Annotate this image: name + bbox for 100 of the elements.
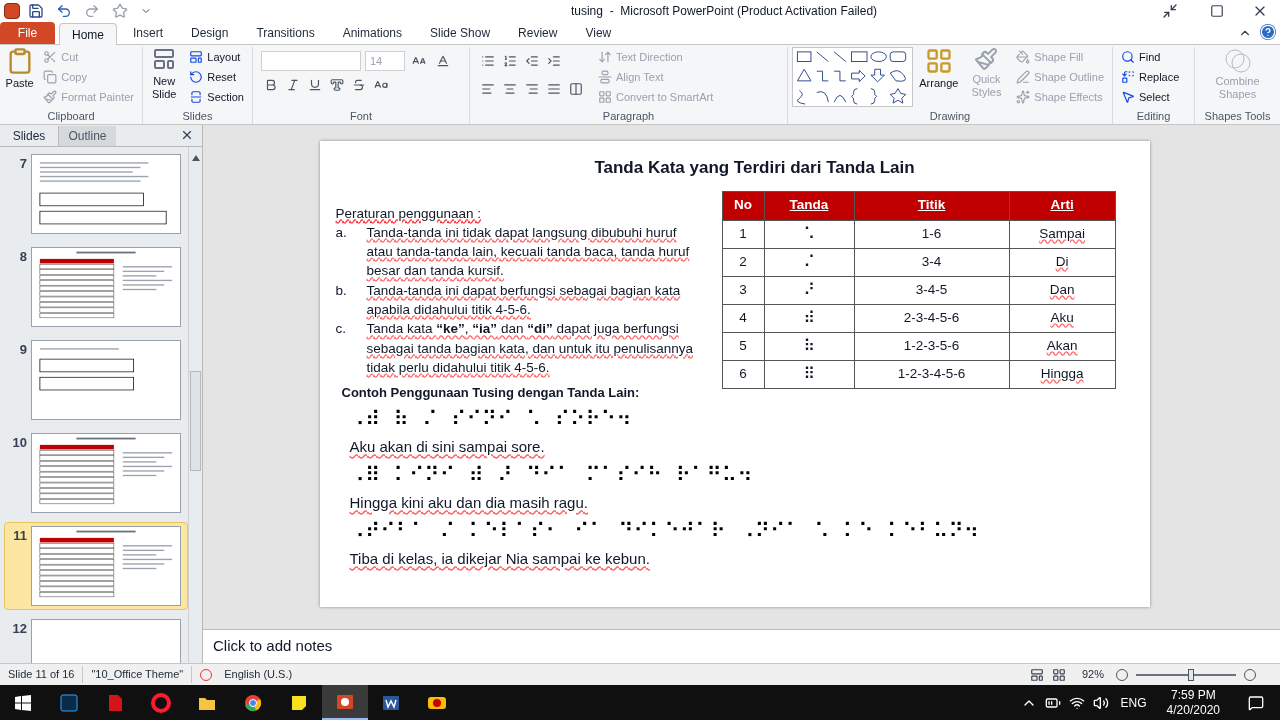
bullets-icon: [481, 54, 495, 68]
ribbon-tab[interactable]: Home: [59, 23, 117, 45]
ribbon-tab[interactable]: Insert: [121, 22, 176, 44]
sorter-view-icon[interactable]: [1051, 667, 1066, 682]
rule-text: Tanda kata “ke”, “ia” dan “di” dapat juga berfungsi sebagai tanda bagian kata, dan untuk itu penulisannya tidak perlu didahului titik 4-5-6.: [366, 320, 694, 377]
paste-button[interactable]: Paste: [4, 47, 36, 107]
ribbon-button[interactable]: Find: [1117, 47, 1190, 67]
slide-number: 9: [18, 341, 27, 359]
paintbrush-icon: [43, 90, 58, 104]
table-cell: 2-3-4-5-6: [854, 304, 1010, 332]
table-cell: 1: [722, 220, 764, 248]
volume-icon[interactable]: [1092, 694, 1109, 711]
clock[interactable]: 7:59 PM 4/20/2020: [1166, 687, 1220, 718]
braille-cell: ⠿: [764, 360, 854, 388]
notifications-icon[interactable]: [1248, 694, 1264, 711]
help-icon[interactable]: [1260, 24, 1276, 40]
group-label: Shapes Tools: [1203, 109, 1272, 124]
undo-icon[interactable]: [56, 3, 72, 19]
braille-cell: ⠌: [764, 248, 854, 276]
slide-thumbnail-row[interactable]: 10: [4, 429, 188, 517]
theme-name: "10_Office Theme": [83, 666, 193, 683]
clock-date: 4/20/2020: [1166, 702, 1220, 718]
font-name-field[interactable]: [261, 51, 361, 71]
ribbon-button[interactable]: Reset: [185, 67, 248, 87]
file-tab[interactable]: File: [0, 22, 55, 44]
scissors-icon: [43, 50, 58, 64]
slide-number: 7: [18, 155, 27, 173]
maximize-button[interactable]: [1210, 4, 1224, 18]
zoom-level: 92%: [1080, 667, 1105, 683]
minimize-button[interactable]: [1162, 3, 1178, 19]
table-cell: 2: [722, 248, 764, 276]
group-label: Slides: [181, 109, 214, 124]
underline-icon: [308, 78, 322, 92]
table-cell: 1-2-3-4-5-6: [854, 360, 1010, 388]
zoom-thumb[interactable]: [1187, 668, 1194, 681]
shapes-gallery[interactable]: [792, 47, 913, 107]
slide-thumbnail-row[interactable]: 9: [4, 336, 188, 424]
table-header-cell: Titik: [854, 191, 1010, 220]
ribbon-button[interactable]: Section: [185, 87, 248, 107]
list-marker: b.: [335, 281, 348, 300]
clock-time: 7:59 PM: [1170, 687, 1216, 703]
numbering-icon: [503, 54, 517, 68]
slide-thumbnail-row[interactable]: 12: [4, 615, 188, 663]
arrange-icon: [924, 47, 953, 75]
rule-text: Tanda-tanda ini tidak dapat langsung dibubuhi huruf atau tanda-tanda lain, kecuali tanda baca, tanda huruf besar dan tanda kursif.: [366, 223, 691, 281]
ribbon-tab[interactable]: Animations: [330, 22, 414, 44]
table-cell: Aku: [1009, 304, 1115, 332]
columns-icon: [569, 82, 583, 96]
braille-cell: ⠜: [764, 276, 854, 304]
group-label: Paragraph: [601, 109, 656, 124]
ribbon-button[interactable]: Replace: [1117, 67, 1190, 87]
reset-icon: [189, 70, 204, 84]
slide-thumbnail-row[interactable]: 11: [4, 522, 188, 610]
notes-field[interactable]: Click to add notes: [203, 629, 1280, 663]
table-cell: 3: [722, 276, 764, 304]
braille-cell: ⠾: [764, 304, 854, 332]
normal-view-icon[interactable]: [1029, 667, 1044, 682]
ribbon-button[interactable]: Select: [1117, 87, 1190, 107]
section-icon: [189, 90, 204, 104]
rule-text: Tanda-tanda ini dapat berfungsi sebagai bagian kata apabila didahului titik 4-5-6.: [366, 281, 682, 319]
align-text-icon: [598, 70, 612, 84]
star-icon[interactable]: [112, 3, 128, 19]
input-language[interactable]: ENG: [1120, 693, 1147, 712]
align-right-icon: [525, 82, 539, 96]
table-cell: Di: [1009, 248, 1115, 276]
braille-text: ⠠⠾ ⠷ ⠌ ⠎⠊⠝⠊ ⠡ ⠎⠕⠗⠑⠲: [349, 406, 633, 433]
new-slide-button[interactable]: New Slide: [147, 47, 182, 107]
justify-icon: [547, 82, 561, 96]
list-marker: a.: [335, 223, 348, 242]
taskbar-app-button[interactable]: [322, 685, 368, 720]
ribbon-tab[interactable]: Design: [179, 22, 241, 44]
ribbon-tab[interactable]: Review: [506, 22, 570, 44]
app-icon: [59, 692, 79, 713]
braille-text: ⠠⠞⠊⠃⠁ ⠌ ⠅⠑⠇⠁⠎⠂ ⠊⠁ ⠙⠊⠅⠑⠚⠁⠗ ⠠⠝⠊⠁ ⠡ ⠅⠑ ⠅⠑⠃⠥⠝⠲: [349, 518, 981, 545]
slide-title: Tanda Kata yang Terdiri dari Tanda Lain: [593, 157, 916, 179]
ribbon-tab[interactable]: Transitions: [244, 22, 327, 44]
group-label: Editing: [1135, 109, 1172, 124]
slide-number: 11: [12, 527, 27, 545]
clear-format-icon: [436, 54, 450, 68]
ribbon-tab[interactable]: View: [573, 22, 624, 44]
zoom-slider[interactable]: [1136, 667, 1236, 682]
save-icon[interactable]: [28, 3, 44, 19]
arrange-button[interactable]: Arrange: [917, 47, 961, 107]
layout-icon: [189, 50, 204, 64]
ribbon-button[interactable]: Layout: [185, 47, 248, 67]
example-sentence: Aku akan di sini sampai sore.: [349, 437, 546, 458]
text-direction-icon: [598, 50, 612, 64]
slide-thumbnail-row[interactable]: 7: [4, 150, 188, 238]
slide-thumbnail-row[interactable]: 8: [4, 243, 188, 331]
close-panel-icon[interactable]: [180, 128, 194, 142]
braille-text: ⠠⠿ ⠅⠊⠝⠊ ⠾ ⠜ ⠙⠊⠁ ⠍⠁⠎⠊⠓ ⠗⠁⠛⠥⠲: [349, 462, 754, 489]
table-cell: 1-6: [854, 220, 1010, 248]
slide-number: 10: [11, 434, 27, 452]
language: English (U.S.): [223, 667, 294, 683]
panel-tab[interactable]: Outline: [58, 126, 116, 146]
pointer-icon: [1121, 90, 1135, 104]
table-cell: Dan: [1009, 276, 1115, 304]
example-sentence: Tiba di kelas, ia dikejar Nia sampai ke kebun.: [349, 549, 651, 570]
ribbon-tab[interactable]: Slide Show: [418, 22, 503, 44]
center-icon: [503, 82, 517, 96]
